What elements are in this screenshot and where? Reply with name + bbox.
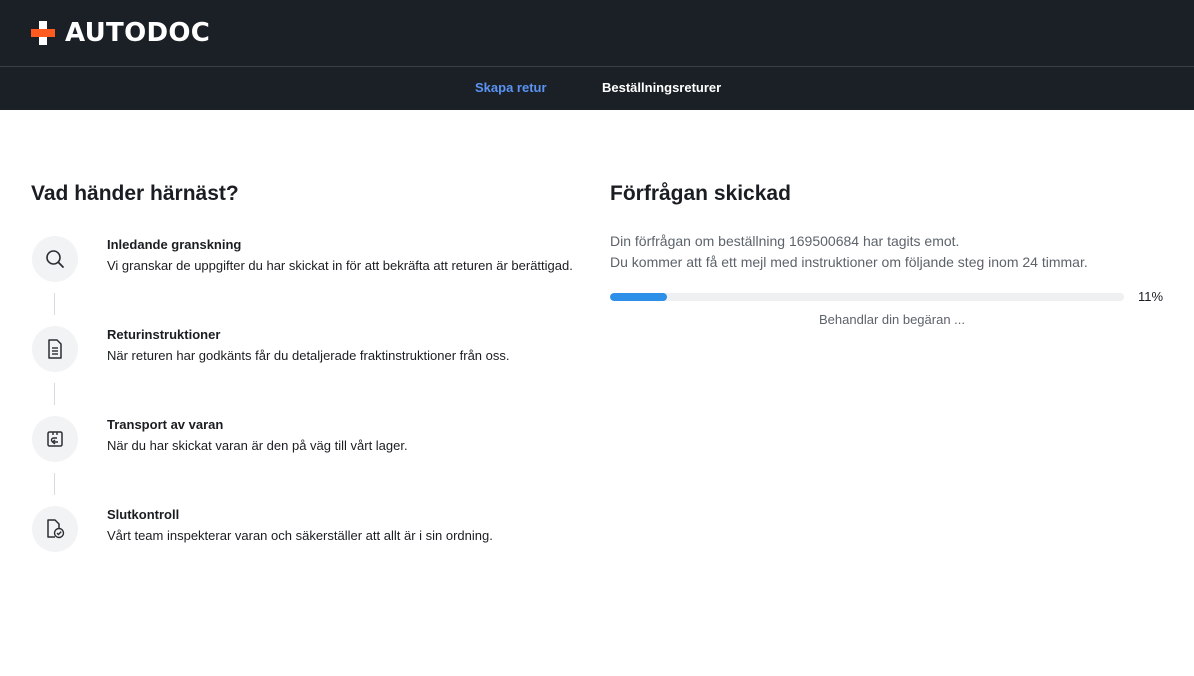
confirmation-message: Din förfrågan om beställning 169500684 h… [610, 233, 960, 249]
step-connector [54, 383, 55, 405]
step-connector [54, 473, 55, 495]
sub-navigation: Skapa retur Beställningsreturer [0, 67, 1194, 110]
email-info-message: Du kommer att få ett mejl med instruktio… [610, 254, 1088, 270]
progress-bar [610, 293, 1124, 301]
step-title: Transport av varan [107, 417, 224, 432]
logo-plus-icon [31, 21, 55, 45]
step-description: När du har skickat varan är den på väg t… [107, 438, 408, 453]
step-description: Vårt team inspekterar varan och säkerstä… [107, 528, 493, 543]
step-icon-circle [32, 416, 78, 462]
step-title: Inledande granskning [107, 237, 242, 252]
step-title: Returinstruktioner [107, 327, 221, 342]
progress-percent: 11% [1138, 289, 1164, 304]
step-description: Vi granskar de uppgifter du har skickat … [107, 258, 573, 273]
next-steps-heading: Vad händer härnäst? [31, 182, 239, 205]
request-sent-heading: Förfrågan skickad [610, 182, 791, 205]
tab-bestallningsreturer[interactable]: Beställningsreturer [602, 80, 721, 96]
progress-bar-fill [610, 293, 667, 301]
logo-text: AUTODOC [65, 18, 211, 48]
step-icon-circle [32, 236, 78, 282]
return-box-icon [47, 431, 63, 447]
autodoc-logo[interactable]: AUTODOC [31, 19, 210, 47]
magnifier-icon [46, 250, 64, 268]
step-connector [54, 293, 55, 315]
tab-skapa-retur[interactable]: Skapa retur [475, 80, 547, 96]
step-icon-circle [32, 326, 78, 372]
step-icon-circle [32, 506, 78, 552]
processing-status: Behandlar din begäran ... [819, 312, 965, 327]
step-description: När returen har godkänts får du detaljer… [107, 348, 510, 363]
document-icon [48, 339, 62, 359]
document-check-icon [47, 519, 65, 539]
step-title: Slutkontroll [107, 507, 180, 522]
top-header: AUTODOC [0, 0, 1194, 67]
